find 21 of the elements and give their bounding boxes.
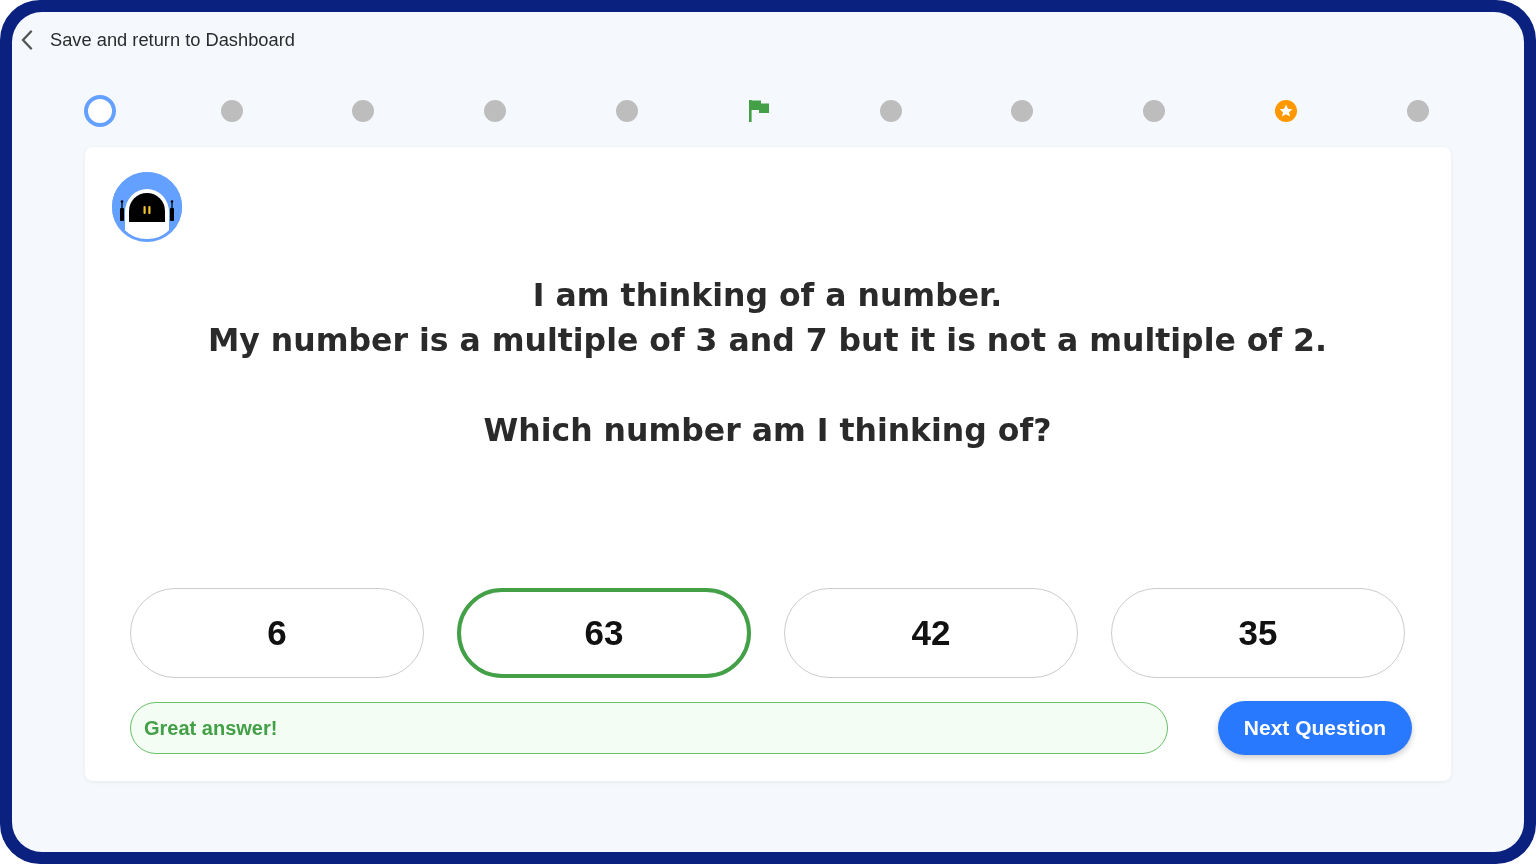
progress-dot-icon <box>352 100 375 122</box>
next-question-button[interactable]: Next Question <box>1218 701 1412 755</box>
question-text: I am thinking of a number. My number is a multiple of 3 and 7 but it is not a multiple of 2. <box>208 276 1327 360</box>
progress-dot-icon <box>616 100 639 122</box>
progress-dot-icon <box>484 100 507 122</box>
progress-ring-icon <box>83 95 116 127</box>
progress-dot-icon <box>1143 100 1166 122</box>
answer-option[interactable]: 42 <box>784 588 1078 678</box>
question-text: Which number am I thinking of? <box>483 411 1052 450</box>
progress-dot-icon <box>1406 100 1429 122</box>
feedback-banner: Great answer! <box>130 702 1168 754</box>
flag-icon <box>747 99 770 123</box>
progress-dot-icon <box>879 100 902 122</box>
answer-option[interactable]: 35 <box>1111 588 1405 678</box>
answer-option[interactable]: 63 <box>457 588 751 678</box>
answer-option[interactable]: 6 <box>130 588 424 678</box>
chevron-left-icon <box>21 30 33 50</box>
robot-avatar-icon <box>112 172 182 242</box>
back-link[interactable]: Save and return to Dashboard <box>21 29 295 51</box>
progress-dot-icon <box>220 100 243 122</box>
progress-dot-icon <box>1011 100 1034 122</box>
